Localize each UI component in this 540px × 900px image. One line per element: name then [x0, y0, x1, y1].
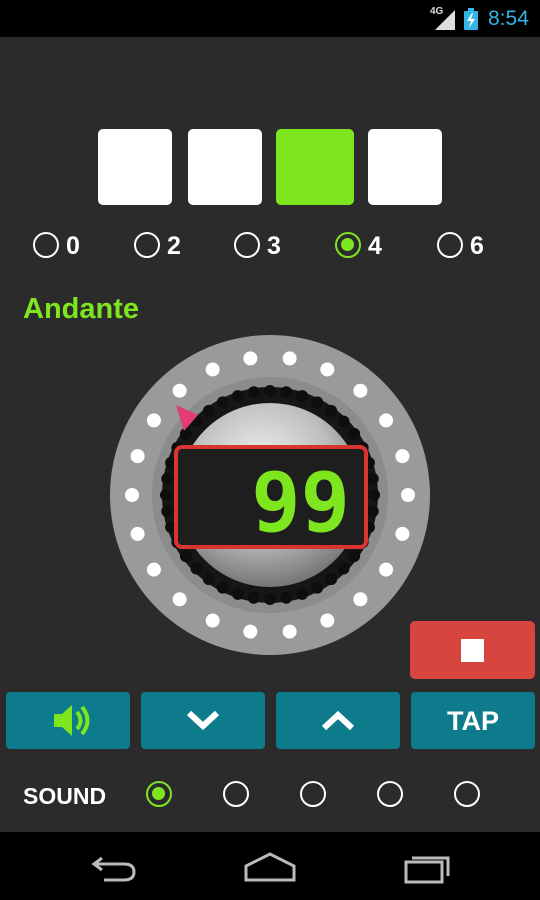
dial-dot [401, 488, 415, 502]
sound-radio-3[interactable] [300, 781, 326, 807]
metronome-app: 0 2 3 4 6 Andante 99 TAP SOUND [0, 37, 540, 832]
dial-dot [353, 383, 368, 398]
dial-dot [243, 351, 258, 366]
dial-dot [395, 526, 410, 541]
dial-dot [205, 362, 220, 377]
knob-tooth [202, 404, 215, 417]
knob-tooth [337, 415, 350, 428]
navigation-bar [0, 832, 540, 900]
status-bar: 4G 8:54 [0, 0, 540, 37]
dial-dot [282, 351, 297, 366]
knob-tooth [264, 593, 276, 605]
beats-label-4: 4 [368, 232, 382, 260]
knob-tooth [247, 386, 260, 399]
beats-label-0: 0 [66, 232, 80, 260]
knob-tooth [348, 550, 361, 563]
knob-tooth [179, 427, 192, 440]
tempo-name: Andante [23, 293, 139, 325]
knob-tooth [190, 562, 203, 575]
dial-dot [320, 613, 335, 628]
tempo-dial[interactable]: 99 [110, 335, 430, 655]
beats-radio-group: 0 2 3 4 6 [0, 232, 540, 262]
sound-radio-4[interactable] [377, 781, 403, 807]
tempo-up-button[interactable] [276, 692, 400, 749]
sound-radio-2[interactable] [223, 781, 249, 807]
dial-dot [146, 562, 161, 577]
sound-radio-1[interactable] [146, 781, 172, 807]
status-clock: 8:54 [488, 7, 529, 30]
tap-button[interactable]: TAP [411, 692, 535, 749]
dial-dot [172, 592, 187, 607]
beat-box-3-active [276, 129, 354, 205]
chevron-down-icon [186, 710, 220, 731]
recent-apps-icon[interactable] [402, 850, 452, 884]
knob-tooth [280, 386, 293, 399]
bpm-value: 99 [251, 456, 350, 551]
beats-radio-3[interactable] [234, 232, 260, 258]
knob-tooth [311, 581, 324, 594]
dial-dot [395, 449, 410, 464]
dial-dot [146, 413, 161, 428]
knob-tooth [337, 562, 350, 575]
knob-tooth [368, 489, 380, 501]
beats-radio-2[interactable] [134, 232, 160, 258]
battery-charging-icon [464, 8, 478, 30]
beat-box-2 [188, 129, 262, 205]
knob-tooth [247, 591, 260, 604]
knob-tooth [202, 573, 215, 586]
stop-button[interactable] [410, 621, 535, 679]
sound-radio-5[interactable] [454, 781, 480, 807]
beats-radio-6[interactable] [437, 232, 463, 258]
knob-tooth [366, 472, 379, 485]
knob-tooth [161, 472, 174, 485]
knob-tooth [311, 396, 324, 409]
tempo-down-button[interactable] [141, 692, 265, 749]
knob-tooth [264, 385, 276, 397]
home-icon[interactable] [242, 850, 298, 884]
dial-dot [130, 526, 145, 541]
knob-tooth [216, 581, 229, 594]
knob-tooth [179, 550, 192, 563]
back-icon[interactable] [86, 850, 140, 884]
sound-label: SOUND [23, 783, 107, 809]
signal-icon [435, 10, 455, 30]
knob-tooth [296, 390, 309, 403]
knob-tooth [348, 427, 361, 440]
knob-tooth [231, 390, 244, 403]
stop-icon [461, 639, 484, 662]
tap-label: TAP [447, 706, 499, 736]
beats-radio-0[interactable] [33, 232, 59, 258]
dial-dot [205, 613, 220, 628]
beat-box-1 [98, 129, 172, 205]
knob-tooth [160, 489, 172, 501]
knob-tooth [296, 587, 309, 600]
dial-dot [379, 562, 394, 577]
beats-radio-4[interactable] [335, 232, 361, 258]
dial-dot [320, 362, 335, 377]
sound-toggle-button[interactable] [6, 692, 130, 749]
beats-label-3: 3 [267, 232, 281, 260]
dial-dot [125, 488, 139, 502]
knob-tooth [216, 396, 229, 409]
knob-tooth [161, 505, 174, 518]
knob-tooth [325, 573, 338, 586]
speaker-icon [54, 705, 90, 736]
beats-label-6: 6 [470, 232, 484, 260]
knob-tooth [231, 587, 244, 600]
beat-box-4 [368, 129, 442, 205]
knob-tooth [325, 404, 338, 417]
dial-dot [379, 413, 394, 428]
knob-tooth [280, 591, 293, 604]
knob-tooth [366, 505, 379, 518]
chevron-up-icon [321, 710, 355, 731]
dial-dot [130, 449, 145, 464]
dial-dot [172, 383, 187, 398]
beats-label-2: 2 [167, 232, 181, 260]
dial-dot [353, 592, 368, 607]
dial-dot [282, 624, 297, 639]
dial-dot [243, 624, 258, 639]
